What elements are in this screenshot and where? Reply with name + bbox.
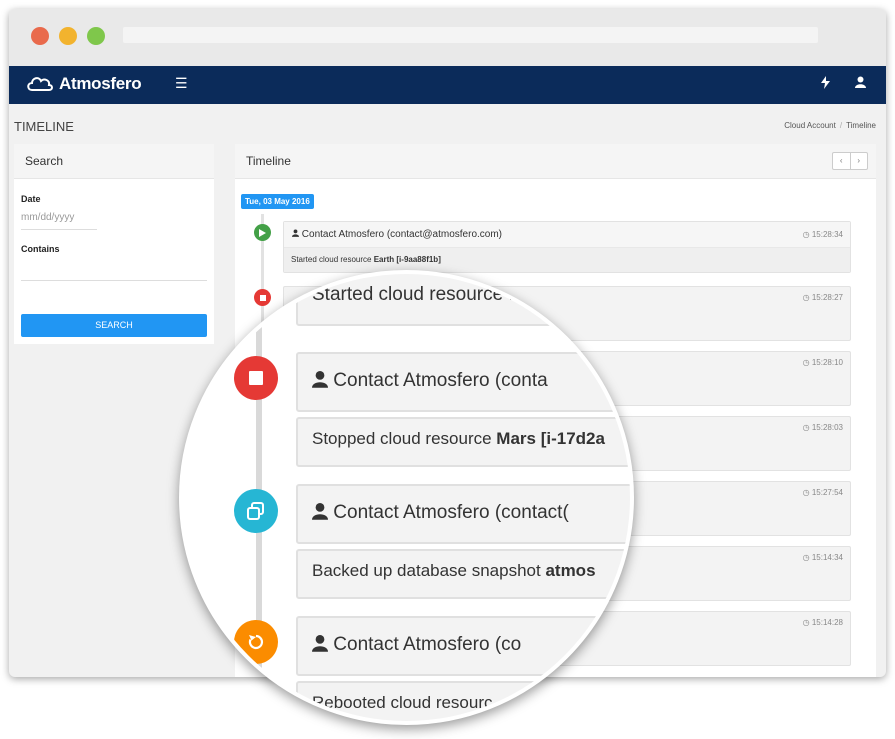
breadcrumb: Cloud Account / Timeline: [784, 121, 876, 130]
lightning-icon[interactable]: [821, 76, 830, 92]
maximize-dot[interactable]: [87, 27, 105, 45]
item-time: ◷ 15:28:03: [802, 423, 843, 432]
magnified-item: Contact Atmosfero (co: [296, 616, 630, 676]
browser-chrome: [9, 9, 886, 66]
page-title: TIMELINE: [14, 119, 74, 134]
search-panel-title: Search: [14, 144, 214, 179]
menu-icon[interactable]: ☰: [175, 75, 188, 92]
contains-label: Contains: [21, 244, 60, 254]
magnified-text: Backed up database snapshot: [312, 561, 546, 580]
breadcrumb-cloud-account[interactable]: Cloud Account: [784, 121, 836, 130]
stop-icon: [234, 356, 278, 400]
user-icon[interactable]: [855, 76, 866, 91]
play-icon: [254, 224, 271, 241]
cloud-logo-icon: [27, 77, 53, 91]
magnified-item: Started cloud resource Em): [296, 274, 630, 326]
top-navbar: Atmosfero ☰: [9, 66, 886, 104]
timeline-item: Contact Atmosfero (contact@atmosfero.com…: [283, 221, 851, 273]
item-resource[interactable]: Earth [i-9aa88f1b]: [374, 255, 441, 264]
timeline-pager: ‹ ›: [832, 152, 868, 170]
timeline-panel-title: Timeline: [235, 144, 876, 179]
magnified-resource: Mars [i-17d2a: [496, 429, 605, 448]
user-icon: [292, 229, 299, 237]
item-time: ◷ 15:28:27: [802, 293, 843, 302]
magnified-item: Contact Atmosfero (contact(: [296, 484, 630, 544]
breadcrumb-separator: /: [839, 121, 843, 130]
magnified-text: Contact Atmosfero (contact(: [333, 502, 569, 523]
breadcrumb-timeline: Timeline: [846, 121, 876, 130]
next-page-button[interactable]: ›: [849, 153, 868, 169]
contains-input[interactable]: [21, 262, 207, 281]
magnified-text: Started cloud resource E: [312, 284, 522, 305]
magnified-item: Stopped cloud resource Mars [i-17d2a: [296, 417, 630, 467]
magnified-resource: atmos: [545, 561, 596, 580]
date-input[interactable]: mm/dd/yyyy: [21, 212, 97, 230]
user-icon: [312, 635, 328, 652]
search-button[interactable]: SEARCH: [21, 314, 207, 337]
magnified-text: Contact Atmosfero (co: [333, 634, 522, 655]
item-time: ◷ 15:14:34: [802, 553, 843, 562]
minimize-dot[interactable]: [59, 27, 77, 45]
magnified-text: Contact Atmosfero (conta: [333, 370, 548, 391]
magnifier-lens: Started cloud resource Em) Contact Atmos…: [179, 270, 634, 725]
item-action: Started cloud resource: [291, 255, 374, 264]
magnified-item: Rebooted cloud resourc: [296, 681, 630, 721]
backup-icon: [234, 489, 278, 533]
user-icon: [312, 371, 328, 388]
magnified-text: Stopped cloud resource: [312, 429, 497, 448]
magnified-item: Backed up database snapshot atmos: [296, 549, 630, 599]
logo-text: Atmosfero: [59, 74, 142, 93]
logo[interactable]: Atmosfero: [25, 74, 142, 94]
item-time: ◷ 15:28:10: [802, 358, 843, 367]
item-time: ◷ 15:27:54: [802, 488, 843, 497]
magnified-item: Contact Atmosfero (conta: [296, 352, 630, 412]
date-badge: Tue, 03 May 2016: [241, 194, 314, 209]
item-user[interactable]: Contact Atmosfero (contact@atmosfero.com…: [302, 229, 502, 240]
prev-page-button[interactable]: ‹: [833, 153, 850, 169]
user-icon: [312, 503, 328, 520]
reboot-icon: [234, 620, 278, 664]
close-dot[interactable]: [31, 27, 49, 45]
date-label: Date: [21, 194, 41, 204]
item-time: ◷ 15:14:28: [802, 618, 843, 627]
address-bar[interactable]: [123, 27, 818, 43]
item-time: ◷ 15:28:34: [802, 230, 843, 239]
magnified-text: Rebooted cloud resourc: [312, 693, 493, 712]
